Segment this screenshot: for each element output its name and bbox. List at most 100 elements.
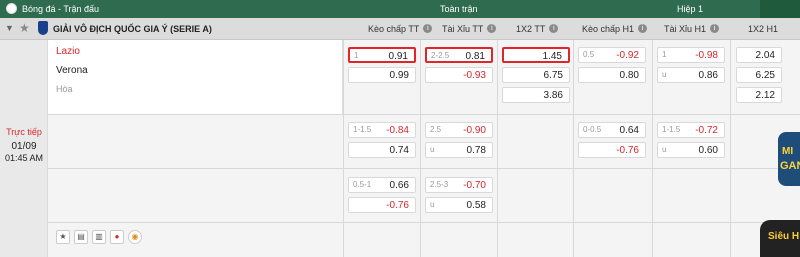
corner-decoration [760, 0, 800, 18]
handicap-line: 0.5-1 [353, 180, 372, 189]
section-title: Bóng đá - Trận đấu [22, 4, 100, 14]
handicap-line: 0.5 [583, 50, 595, 59]
odds-cell-hcp-ft-away[interactable]: 0.74 [348, 142, 416, 158]
odds-value: -0.92 [616, 50, 639, 61]
match-time: 01:45 AM [4, 153, 44, 163]
odds-cell-ou-ft-over[interactable]: 2.5 -0.90 [425, 122, 493, 138]
odds-value: 2.12 [755, 90, 775, 101]
odds-cell-hcp-ft-home[interactable]: 0.5-1 0.66 [348, 177, 416, 193]
odds-cell-ou-h1-under[interactable]: u 0.60 [657, 142, 725, 158]
col-label: 1X2 H1 [748, 24, 779, 34]
odds-cell-1x2-ft-draw[interactable]: 3.86 [502, 87, 570, 103]
half-label: Hiệp 1 [677, 4, 704, 14]
odds-value: 0.78 [466, 145, 486, 156]
handicap-line: 2.5-3 [430, 180, 449, 189]
promo-text: MI [782, 146, 794, 157]
odds-value: 0.86 [698, 70, 718, 81]
odds-cell-hcp-h1-away[interactable]: -0.76 [578, 142, 646, 158]
league-name: GIẢI VÔ ĐỊCH QUỐC GIA Ý (SERIE A) [53, 24, 212, 34]
chart-bar-icon[interactable]: ▤ [74, 230, 88, 244]
col-label: Kèo chấp H1 [582, 24, 635, 34]
col-divider [420, 40, 421, 257]
star-icon[interactable]: ★ [56, 230, 70, 244]
odds-cell-ou-ft-under[interactable]: u 0.78 [425, 142, 493, 158]
stats-icon[interactable]: ▥ [92, 230, 106, 244]
odds-cell-hcp-h1-away[interactable]: 0.80 [578, 67, 646, 83]
handicap-line: u [430, 200, 435, 209]
odds-cell-1x2-ft-away[interactable]: 6.75 [502, 67, 570, 83]
col-header-1x2-ft: 1X2 TT i [516, 24, 559, 34]
odds-cell-ou-ft-under[interactable]: -0.93 [425, 67, 493, 83]
away-team[interactable]: Verona [56, 65, 88, 76]
handicap-line: u [430, 145, 435, 154]
col-divider [343, 40, 344, 257]
football-icon [6, 3, 17, 14]
odds-value: 0.99 [389, 70, 409, 81]
game-promo-badge[interactable]: MI GAN [778, 132, 800, 186]
odds-cell-ou-ft-under[interactable]: u 0.58 [425, 197, 493, 213]
odds-cell-hcp-ft-away[interactable]: 0.99 [348, 67, 416, 83]
odds-value: -0.84 [386, 125, 409, 136]
odds-cell-ou-h1-over[interactable]: 1-1.5 -0.72 [657, 122, 725, 138]
live-status: Trực tiếp [6, 127, 42, 137]
odds-cell-hcp-h1-home[interactable]: 0.5 -0.92 [578, 47, 646, 63]
odds-cell-ou-ft-over[interactable]: 2-2.5 0.81 [425, 47, 493, 63]
handicap-line: 2.5 [430, 125, 442, 134]
handicap-line: 1 [354, 51, 359, 60]
odds-value: 0.74 [389, 145, 409, 156]
odds-value: -0.72 [695, 125, 718, 136]
odds-value: 1.45 [542, 51, 562, 62]
odds-value: -0.90 [463, 125, 486, 136]
handicap-line: 0-0.5 [583, 125, 602, 134]
top-bar: Bóng đá - Trận đấu Toàn trận Hiệp 1 [0, 0, 800, 18]
col-label: Tài Xỉu H1 [664, 24, 707, 34]
odds-value: -0.70 [463, 180, 486, 191]
col-header-hcp-h1: Kèo chấp H1 i [582, 24, 648, 34]
odds-cell-1x2-h1-home[interactable]: 2.04 [736, 47, 782, 63]
info-icon[interactable]: i [549, 24, 559, 33]
odds-cell-ou-h1-under[interactable]: u 0.86 [657, 67, 725, 83]
home-team[interactable]: Lazio [56, 46, 80, 57]
info-icon[interactable]: i [638, 24, 648, 33]
odds-cell-hcp-h1-home[interactable]: 0-0.5 0.64 [578, 122, 646, 138]
handicap-line: 2-2.5 [431, 51, 450, 60]
full-match-label: Toàn trận [440, 4, 478, 14]
odds-value: 0.81 [465, 51, 485, 62]
row-divider [48, 168, 800, 169]
odds-value: 0.58 [466, 200, 486, 211]
draw-label: Hòa [56, 84, 73, 94]
odds-value: 6.25 [755, 70, 775, 81]
info-icon[interactable]: i [423, 24, 433, 33]
medal-icon[interactable]: ◉ [128, 230, 142, 244]
favorite-star-icon[interactable]: ★ [19, 21, 30, 35]
row-divider [48, 114, 800, 115]
league-header: ▼ ★ GIẢI VÔ ĐỊCH QUỐC GIA Ý (SERIE A) Kè… [0, 18, 800, 40]
odds-cell-1x2-ft-home[interactable]: 1.45 [502, 47, 570, 63]
handicap-line: u [662, 145, 667, 154]
odds-cell-hcp-ft-home[interactable]: 1-1.5 -0.84 [348, 122, 416, 138]
row-divider [48, 222, 800, 223]
odds-value: 0.66 [389, 180, 409, 191]
col-divider [573, 40, 574, 257]
odds-cell-hcp-ft-home[interactable]: 1 0.91 [348, 47, 416, 63]
odds-cell-ou-h1-over[interactable]: 1 -0.98 [657, 47, 725, 63]
col-header-ou-h1: Tài Xỉu H1 i [664, 24, 720, 34]
odds-value: 0.64 [619, 125, 639, 136]
jackpot-promo-badge[interactable]: Siêu H [760, 220, 800, 257]
col-header-1x2-h1: 1X2 H1 [748, 24, 778, 34]
collapse-chevron-icon[interactable]: ▼ [5, 23, 14, 33]
odds-cell-ou-ft-over[interactable]: 2.5-3 -0.70 [425, 177, 493, 193]
info-icon[interactable]: i [487, 24, 497, 33]
odds-value: 0.80 [619, 70, 639, 81]
handicap-line: 1-1.5 [662, 125, 681, 134]
odds-cell-1x2-h1-away[interactable]: 6.25 [736, 67, 782, 83]
col-label: Kèo chấp TT [368, 24, 420, 34]
fire-icon[interactable]: ● [110, 230, 124, 244]
info-icon[interactable]: i [710, 24, 720, 33]
odds-cell-hcp-ft-away[interactable]: -0.76 [348, 197, 416, 213]
col-header-ou-ft: Tài Xỉu TT i [442, 24, 497, 34]
odds-cell-1x2-h1-draw[interactable]: 2.12 [736, 87, 782, 103]
promo-text: GAN [780, 160, 800, 172]
handicap-line: 1 [662, 50, 667, 59]
teams-cell: Lazio Verona Hòa [48, 40, 343, 114]
